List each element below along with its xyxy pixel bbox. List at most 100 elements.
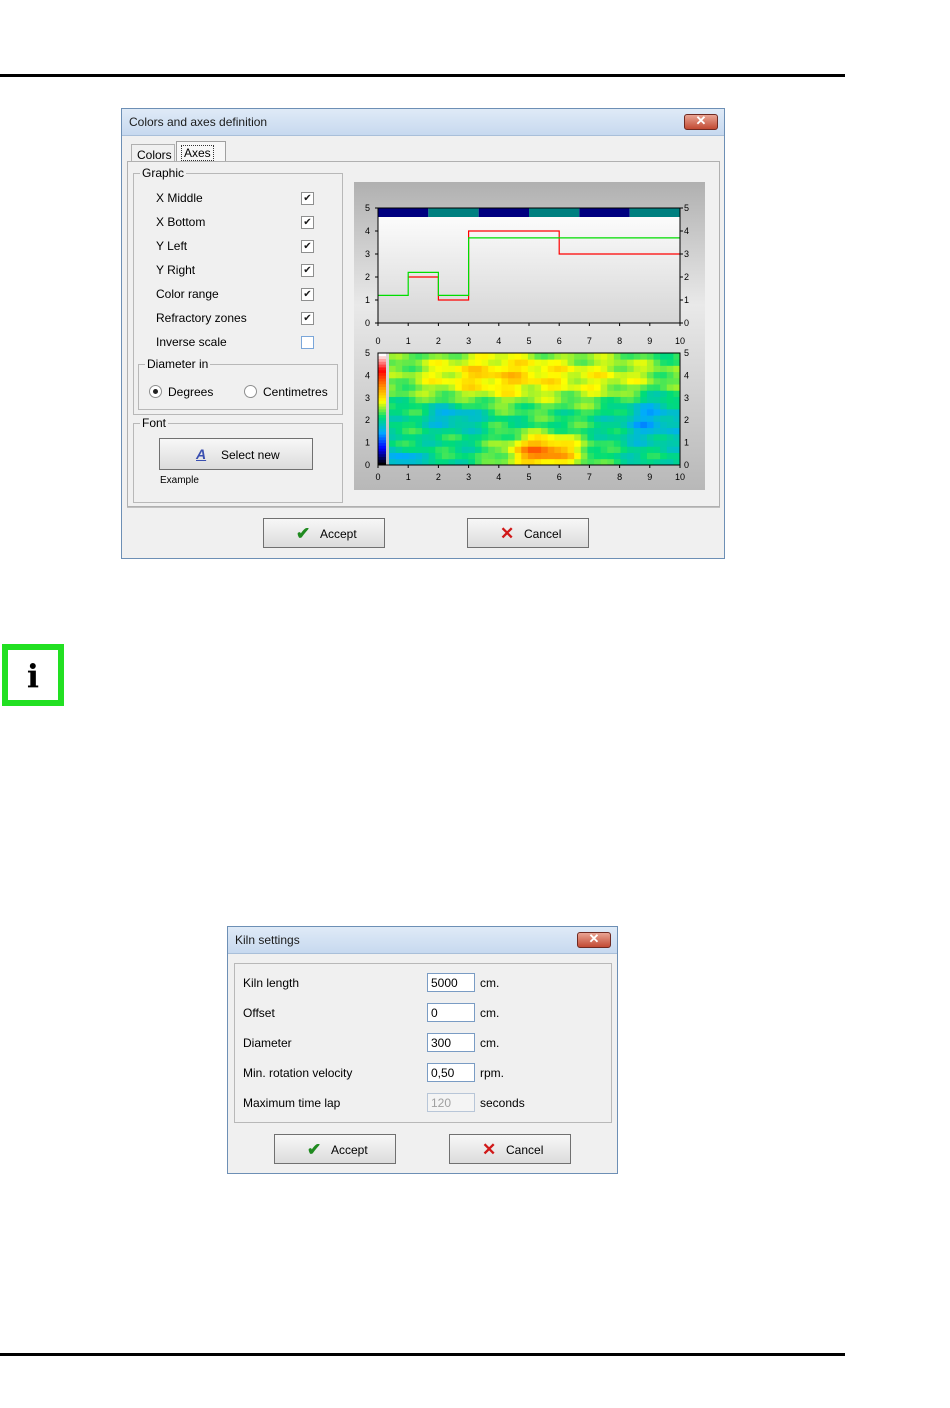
- heatmap-cell: [660, 359, 668, 366]
- diameter-label: Diameter: [243, 1036, 292, 1050]
- option-x-bottom[interactable]: X Bottom ✔: [134, 215, 334, 231]
- y-left-tick-label: 4: [365, 226, 370, 236]
- heatmap-cell: [527, 421, 535, 429]
- heatmap-cell: [673, 402, 681, 410]
- heatmap-cell: [448, 377, 456, 385]
- option-y-right[interactable]: Y Right ✔: [134, 263, 334, 279]
- heatmap-cell: [514, 452, 522, 460]
- heatmap-cell: [389, 427, 397, 435]
- heatmap-cell: [435, 409, 443, 416]
- heatmap-cell: [646, 440, 654, 447]
- y-left-tick-label: 3: [365, 249, 370, 259]
- select-font-button[interactable]: A Select new: [159, 438, 313, 470]
- heatmap-cell: [448, 427, 456, 435]
- heatmap-cell: [541, 409, 549, 416]
- heatmap-cell: [567, 409, 575, 416]
- heatmap-cell: [422, 427, 430, 435]
- heatmap-cell: [673, 353, 681, 360]
- x-middle-checkbox[interactable]: ✔: [301, 192, 314, 205]
- option-x-middle[interactable]: X Middle ✔: [134, 191, 334, 207]
- heatmap-cell: [402, 377, 410, 385]
- refractory-zones-checkbox[interactable]: ✔: [301, 312, 314, 325]
- heatmap-cell: [666, 390, 674, 397]
- heatmap-cell: [646, 384, 654, 391]
- heatmap-cell: [673, 440, 681, 447]
- centimetres-radio[interactable]: [244, 385, 257, 398]
- heatmap-cell: [600, 446, 608, 453]
- y-left-tick-label: 1: [365, 438, 370, 448]
- heatmap-cell: [567, 377, 575, 385]
- heatmap-cell: [560, 402, 568, 410]
- option-color-range[interactable]: Color range ✔: [134, 287, 334, 303]
- heatmap-cell: [422, 458, 430, 466]
- kiln-dialog-titlebar[interactable]: Kiln settings ✕: [228, 927, 617, 954]
- tab-colors[interactable]: Colors: [131, 144, 175, 162]
- color-range-segment: [378, 397, 386, 401]
- heatmap-cell: [428, 415, 436, 422]
- option-label: Y Left: [156, 239, 188, 253]
- heatmap-cell: [527, 427, 535, 435]
- heatmap-cell: [481, 353, 489, 360]
- heatmap-cell: [633, 359, 641, 366]
- heatmap-cell: [646, 446, 654, 453]
- heatmap-cell: [534, 446, 542, 453]
- colors-dialog-close-button[interactable]: ✕: [684, 113, 718, 130]
- x-middle-tick-label: 0: [375, 336, 380, 346]
- heatmap-cell: [402, 365, 410, 373]
- x-bottom-tick-label: 6: [557, 472, 562, 482]
- heatmap-cell: [514, 440, 522, 447]
- heatmap-cell: [620, 446, 628, 453]
- heatmap-cell: [673, 371, 681, 379]
- colors-dialog-titlebar[interactable]: Colors and axes definition ✕: [122, 109, 724, 136]
- option-inverse-scale[interactable]: Inverse scale: [134, 335, 334, 351]
- color-range-checkbox[interactable]: ✔: [301, 288, 314, 301]
- heatmap-cell: [481, 452, 489, 460]
- heatmap-cell: [574, 377, 582, 385]
- heatmap-cell: [422, 371, 430, 379]
- heatmap-cell: [567, 371, 575, 379]
- option-y-left[interactable]: Y Left ✔: [134, 239, 334, 255]
- heatmap-cell: [461, 353, 469, 360]
- heatmap-cell: [389, 409, 397, 416]
- y-left-tick-label: 2: [365, 415, 370, 425]
- kiln-dialog-close-button[interactable]: ✕: [577, 931, 611, 948]
- heatmap-cell: [653, 384, 661, 391]
- radio-degrees[interactable]: Degrees: [149, 385, 229, 401]
- diameter-input[interactable]: [427, 1033, 475, 1052]
- heatmap-cell: [501, 421, 509, 429]
- kiln-cancel-button[interactable]: ✕ Cancel: [449, 1134, 571, 1164]
- min-rotation-velocity-input[interactable]: [427, 1063, 475, 1082]
- heatmap-cell: [574, 353, 582, 360]
- heatmap-cell: [408, 421, 416, 429]
- heatmap-cell: [474, 402, 482, 410]
- y-right-checkbox[interactable]: ✔: [301, 264, 314, 277]
- heatmap-cell: [580, 452, 588, 460]
- tab-axes[interactable]: Axes: [176, 141, 226, 162]
- kiln-accept-button[interactable]: ✔ Accept: [274, 1134, 396, 1164]
- heatmap-cell: [541, 421, 549, 429]
- cancel-button[interactable]: ✕ Cancel: [467, 518, 589, 548]
- x-bottom-checkbox[interactable]: ✔: [301, 216, 314, 229]
- heatmap-cell: [435, 415, 443, 422]
- heatmap-cell: [587, 359, 595, 366]
- x-bottom-tick-label: 4: [496, 472, 501, 482]
- inverse-scale-checkbox[interactable]: [301, 336, 314, 349]
- heatmap-cell: [587, 390, 595, 397]
- option-refractory-zones[interactable]: Refractory zones ✔: [134, 311, 334, 327]
- heatmap-cell: [646, 353, 654, 360]
- color-range-segment: [378, 378, 386, 382]
- heatmap-cell: [408, 409, 416, 416]
- heatmap-cell: [541, 371, 549, 379]
- heatmap-cell: [574, 365, 582, 373]
- heatmap-cell: [560, 353, 568, 360]
- kiln-length-input[interactable]: [427, 973, 475, 992]
- offset-input[interactable]: [427, 1003, 475, 1022]
- heatmap-cell: [594, 384, 602, 391]
- radio-centimetres[interactable]: Centimetres: [244, 385, 334, 401]
- heatmap-cell: [653, 427, 661, 435]
- heatmap-cell: [673, 427, 681, 435]
- heatmap-cell: [521, 384, 529, 391]
- accept-button[interactable]: ✔ Accept: [263, 518, 385, 548]
- degrees-radio[interactable]: [149, 385, 162, 398]
- y-left-checkbox[interactable]: ✔: [301, 240, 314, 253]
